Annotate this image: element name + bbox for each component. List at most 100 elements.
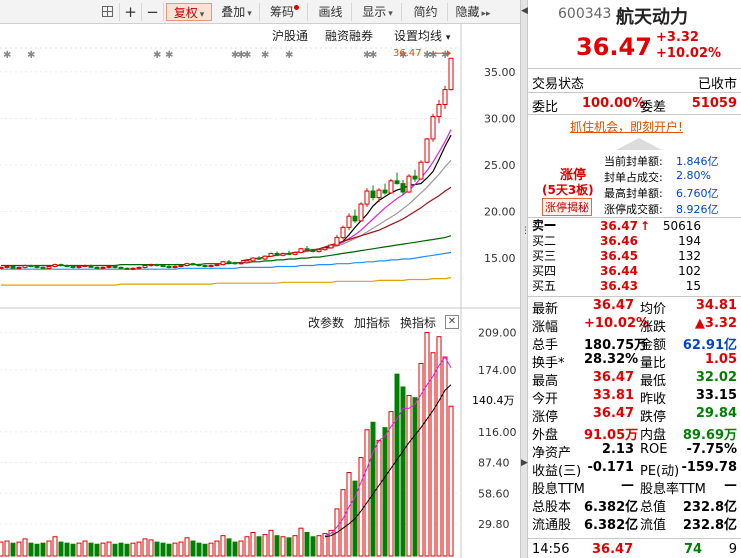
book-volume: 15 xyxy=(685,279,701,293)
book-price: 36.45 xyxy=(600,249,638,263)
volume-tick-label: 29.80 xyxy=(478,518,510,531)
switch-indicator-link[interactable]: 换指标 xyxy=(400,314,436,331)
bid-diff-label: 委差 xyxy=(640,100,667,115)
volume-bar xyxy=(214,540,220,557)
candle-body xyxy=(328,244,334,249)
volume-bar xyxy=(148,539,154,557)
notification-dot-icon xyxy=(294,5,299,10)
price-change-pct: +10.02% xyxy=(656,46,722,61)
volume-bar xyxy=(52,536,58,557)
candle-body xyxy=(400,183,406,193)
volume-bar xyxy=(364,429,370,557)
ma-settings-link[interactable]: 设置均线 ▾ xyxy=(394,27,450,44)
book-volume: 132 xyxy=(678,249,701,263)
price-change: +3.32 xyxy=(656,30,699,45)
star-marker-icon: ✱ xyxy=(165,50,173,61)
volume-bar xyxy=(250,531,256,557)
candle-body xyxy=(304,248,310,251)
margin-trading-link[interactable]: 融资融券 xyxy=(325,27,373,44)
volume-bar xyxy=(10,542,16,557)
candle-body xyxy=(190,263,196,266)
volume-bar xyxy=(16,541,22,557)
volume-bar xyxy=(34,543,40,557)
bid-ratio-value: 100.00% xyxy=(582,96,646,111)
stat-value: 232.8亿 xyxy=(682,518,737,533)
candle-body xyxy=(214,264,220,267)
book-label: 买一 xyxy=(532,219,557,233)
volume-bar xyxy=(106,541,112,557)
volume-bar xyxy=(442,356,448,557)
candle-body xyxy=(52,264,58,267)
star-marker-icon: ✱ xyxy=(153,50,161,61)
collapse-left-icon[interactable]: ◀ xyxy=(521,6,528,16)
stock-name: 航天动力 xyxy=(616,7,688,28)
volume-bar xyxy=(112,543,118,557)
draw-button[interactable]: 画线 xyxy=(310,3,352,21)
display-button[interactable]: 显示 ▾ xyxy=(354,3,402,21)
stat-value: 36.47 xyxy=(592,370,634,385)
candle-body xyxy=(40,266,46,269)
limit-reveal-button[interactable]: 涨停揭秘 xyxy=(542,198,592,216)
candle-body xyxy=(154,264,160,267)
stat-value: -159.78 xyxy=(681,460,737,475)
volume-bar xyxy=(280,536,286,557)
panel-splitter[interactable]: ◀ ⋮ ▶ xyxy=(520,0,530,558)
stat-label: 涨停 xyxy=(532,410,559,425)
volume-bar xyxy=(274,535,280,557)
stat-label: PE(动) xyxy=(640,464,680,479)
shgt-link[interactable]: 沪股通 xyxy=(272,27,308,44)
kline-chart-area[interactable]: 35.00 30.00 25.00 20.00 15.00 209.00 174.00 116… xyxy=(0,24,520,558)
candle-body xyxy=(412,175,418,180)
candle-body xyxy=(334,237,340,246)
candle-body xyxy=(382,189,388,194)
volume-bar xyxy=(76,542,82,557)
candle-body xyxy=(244,260,250,264)
candle-body xyxy=(130,267,136,270)
volume-bar xyxy=(400,386,406,557)
zoom-in-button[interactable]: + xyxy=(120,3,142,21)
promo-link[interactable]: 抓住机会，即刻开户! xyxy=(570,118,683,135)
volume-bar xyxy=(424,331,430,557)
candle-body xyxy=(274,252,280,256)
layout-button[interactable] xyxy=(96,3,120,21)
candle-body xyxy=(28,265,34,268)
collapse-up-icon[interactable] xyxy=(616,138,662,150)
volume-bar xyxy=(208,542,214,557)
volume-bar xyxy=(310,536,316,557)
simple-button[interactable]: 简约 xyxy=(404,3,448,21)
stat-label: 最高 xyxy=(532,374,559,389)
bid-ratio-label: 委比 xyxy=(532,100,559,115)
limit-up-streak: (5天3板) xyxy=(542,183,594,197)
add-indicator-link[interactable]: 加指标 xyxy=(354,314,390,331)
candle-body xyxy=(82,265,88,268)
volume-bar xyxy=(184,537,190,557)
volume-bar xyxy=(436,336,442,557)
kline-chart-svg[interactable]: 35.00 30.00 25.00 20.00 15.00 209.00 174.00 116… xyxy=(0,24,520,558)
stat-label: 总值 xyxy=(640,500,667,515)
volume-bar xyxy=(22,538,28,557)
chips-button[interactable]: 筹码 xyxy=(262,3,308,21)
ma30-line xyxy=(240,186,452,262)
stat-label: 均价 xyxy=(640,302,667,317)
stat-value: 33.15 xyxy=(695,388,737,403)
candle-body xyxy=(256,257,262,260)
adjust-button[interactable]: 复权 ▾ xyxy=(166,3,212,21)
volume-bar xyxy=(226,538,232,557)
volume-bar xyxy=(448,405,454,557)
candle-body xyxy=(112,265,118,268)
close-icon[interactable]: ✕ xyxy=(445,315,459,329)
stat-label: 股息率TTM xyxy=(640,482,706,497)
overlay-button[interactable]: 叠加 ▾ xyxy=(214,3,260,21)
candle-body xyxy=(424,138,430,163)
zoom-out-button[interactable]: − xyxy=(142,3,164,21)
book-label: 买四 xyxy=(532,264,557,278)
change-params-link[interactable]: 改参数 xyxy=(308,314,344,331)
book-volume: 194 xyxy=(678,234,701,248)
candle-body xyxy=(196,264,202,267)
volume-bar xyxy=(316,535,322,557)
expand-right-icon[interactable]: ▶ xyxy=(521,458,528,468)
hide-button[interactable]: 隐藏 ▸▸ xyxy=(450,3,496,21)
grid-icon xyxy=(102,6,113,17)
candle-body xyxy=(76,265,82,268)
candle-body xyxy=(352,215,358,222)
